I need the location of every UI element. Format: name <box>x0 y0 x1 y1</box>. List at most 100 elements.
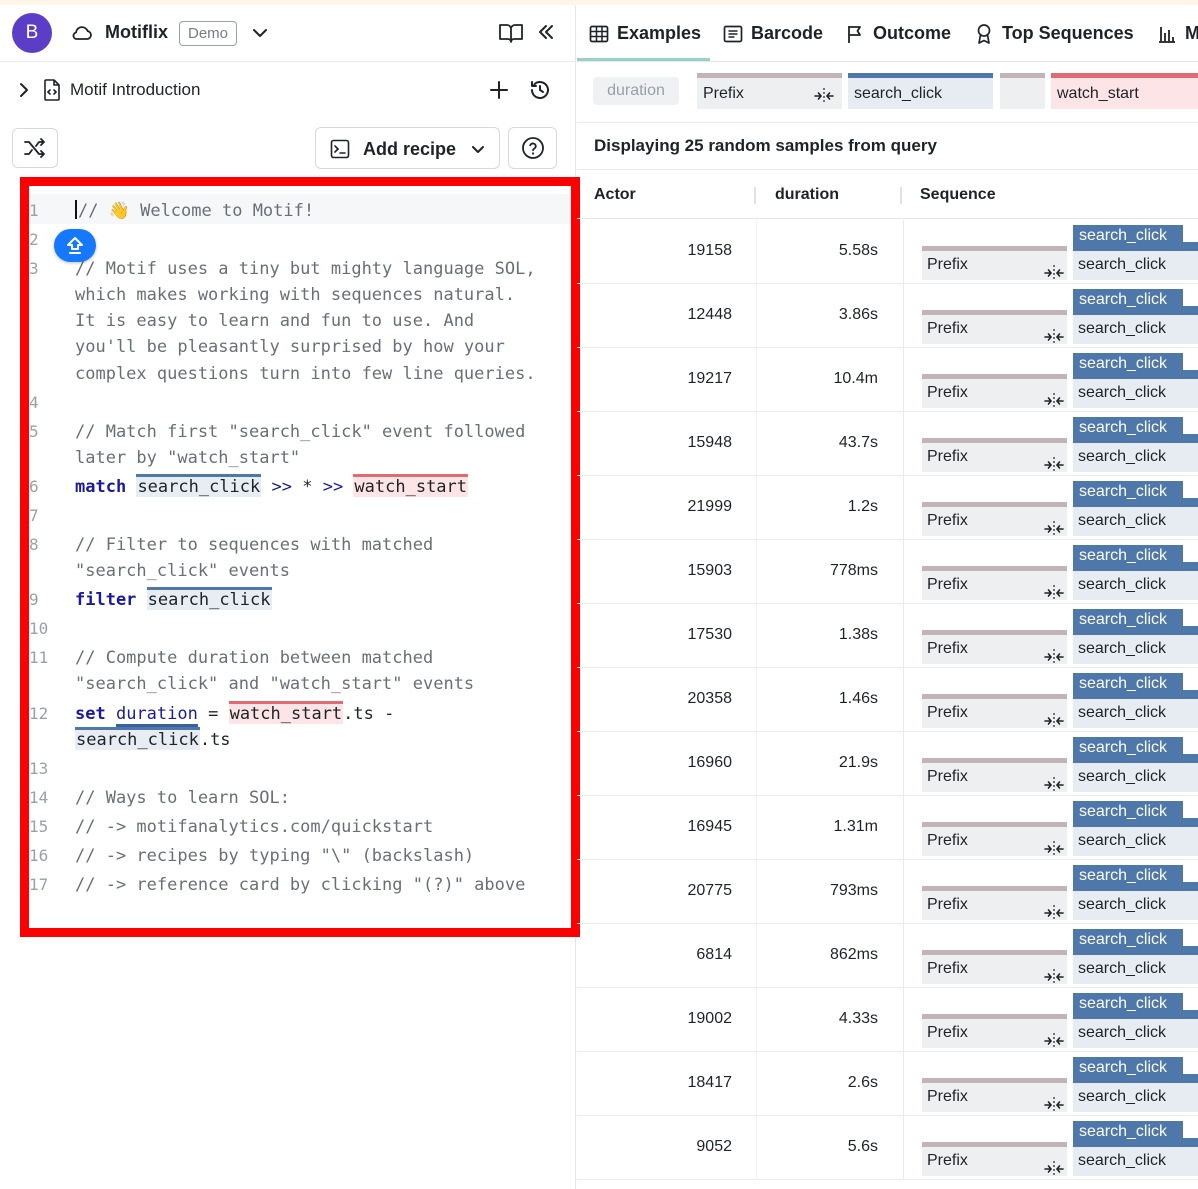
code-line[interactable]: 2 <box>29 227 571 253</box>
query-search-click-segment[interactable]: search_click <box>848 73 993 109</box>
sequence-event-segment[interactable]: search_click <box>1073 822 1198 856</box>
table-row[interactable]: 19158 5.58s Prefix search_click search_click <box>577 220 1198 284</box>
code-line[interactable]: 1 // 👋 Welcome to Motif! <box>29 198 571 224</box>
code-line[interactable]: 4 <box>29 390 571 416</box>
chevron-right-icon[interactable] <box>16 81 32 104</box>
file-name[interactable]: Motif Introduction <box>70 80 200 100</box>
tab-examples[interactable]: Examples <box>589 5 701 62</box>
column-header-actor[interactable]: Actor <box>594 186 636 204</box>
sequence-prefix-segment[interactable]: Prefix <box>922 566 1067 601</box>
sequence-event-segment[interactable]: search_click <box>1073 886 1198 920</box>
code-line[interactable]: 6 match search_click >> * >> watch_start <box>29 474 571 500</box>
add-recipe-button[interactable]: Add recipe <box>315 127 500 169</box>
sequence-event-segment[interactable]: search_click <box>1073 1014 1198 1048</box>
sequence-event-segment[interactable]: search_click <box>1073 502 1198 536</box>
column-header-duration[interactable]: duration <box>775 186 839 204</box>
sequence-event-segment[interactable]: search_click <box>1073 374 1198 408</box>
tab-more[interactable]: M <box>1157 5 1198 62</box>
column-divider[interactable] <box>754 187 756 204</box>
table-row[interactable]: 16945 1.31m Prefix search_click search_click <box>577 796 1198 860</box>
query-watch-start-segment[interactable]: watch_start <box>1051 73 1198 109</box>
sequence-prefix-segment[interactable]: Prefix <box>922 822 1067 857</box>
code-line[interactable]: 8 // Filter to sequences with matched <box>29 532 571 558</box>
code-line[interactable]: 15 // -> motifanalytics.com/quickstart <box>29 814 571 840</box>
sequence-prefix-segment[interactable]: Prefix <box>922 886 1067 921</box>
sequence-event-segment[interactable]: search_click <box>1073 1142 1198 1176</box>
code-line[interactable]: later by "watch_start" <box>29 445 571 471</box>
tab-top-sequences[interactable]: Top Sequences <box>974 5 1134 62</box>
tab-barcode[interactable]: Barcode <box>723 5 823 62</box>
sequence-prefix-segment[interactable]: Prefix <box>922 950 1067 985</box>
code-line[interactable]: you'll be pleasantly surprised by how yo… <box>29 334 571 360</box>
table-row[interactable]: 18417 2.6s Prefix search_click search_click <box>577 1052 1198 1116</box>
sequence-prefix-segment[interactable]: Prefix <box>922 246 1067 281</box>
code-line[interactable]: "search_click" and "watch_start" events <box>29 671 571 697</box>
table-row[interactable]: 12448 3.86s Prefix search_click search_click <box>577 284 1198 348</box>
code-line[interactable]: 17 // -> reference card by clicking "(?)"… <box>29 872 571 898</box>
tab-outcome[interactable]: Outcome <box>845 5 951 62</box>
sequence-event-segment[interactable]: search_click <box>1073 950 1198 984</box>
sequence-prefix-segment[interactable]: Prefix <box>922 1078 1067 1113</box>
sequence-prefix-segment[interactable]: Prefix <box>922 1014 1067 1049</box>
column-divider[interactable] <box>900 187 902 204</box>
book-icon[interactable] <box>498 22 524 49</box>
cell-divider <box>903 476 904 540</box>
code-line[interactable]: 10 <box>29 616 571 642</box>
table-row[interactable]: 20358 1.46s Prefix search_click search_click <box>577 668 1198 732</box>
code-line[interactable]: complex questions turn into few line que… <box>29 361 571 387</box>
sequence-prefix-segment[interactable]: Prefix <box>922 502 1067 537</box>
sequence-prefix-segment[interactable]: Prefix <box>922 374 1067 409</box>
sequence-prefix-segment[interactable]: Prefix <box>922 310 1067 345</box>
collapse-panel-icon[interactable] <box>536 22 556 47</box>
table-row[interactable]: 20775 793ms Prefix search_click search_click <box>577 860 1198 924</box>
sequence-prefix-segment[interactable]: Prefix <box>922 758 1067 793</box>
sequence-event-segment[interactable]: search_click <box>1073 758 1198 792</box>
sequence-event-segment[interactable]: search_click <box>1073 566 1198 600</box>
table-row[interactable]: 16960 21.9s Prefix search_click search_click <box>577 732 1198 796</box>
duration-chip[interactable]: duration <box>593 77 679 105</box>
sequence-event-segment[interactable]: search_click <box>1073 438 1198 472</box>
plus-icon[interactable] <box>488 79 510 106</box>
help-button[interactable] <box>508 127 557 169</box>
sequence-prefix-segment[interactable]: Prefix <box>922 694 1067 729</box>
sequence-prefix-segment[interactable]: Prefix <box>922 438 1067 473</box>
code-editor[interactable]: 1 // 👋 Welcome to Motif! 2 3// Motif uses a… <box>20 177 580 937</box>
table-row[interactable]: 21999 1.2s Prefix search_click search_click <box>577 476 1198 540</box>
table-row[interactable]: 9052 5.6s Prefix search_click search_click <box>577 1116 1198 1180</box>
column-header-sequence[interactable]: Sequence <box>920 186 996 204</box>
chevron-down-icon[interactable] <box>250 23 270 48</box>
code-line[interactable]: "search_click" events <box>29 558 571 584</box>
code-line[interactable]: 12 set duration = watch_start.ts - <box>29 701 571 727</box>
table-row[interactable]: 17530 1.38s Prefix search_click search_click <box>577 604 1198 668</box>
code-line[interactable]: 16 // -> recipes by typing "\" (backslash… <box>29 843 571 869</box>
table-row[interactable]: 15948 43.7s Prefix search_click search_click <box>577 412 1198 476</box>
sequence-prefix-segment[interactable]: Prefix <box>922 1142 1067 1177</box>
sequence-event-segment[interactable]: search_click <box>1073 630 1198 664</box>
table-row[interactable]: 6814 862ms Prefix search_click search_click <box>577 924 1198 988</box>
code-line[interactable]: 9 filter search_click <box>29 587 571 613</box>
sequence-event-segment[interactable]: search_click <box>1073 246 1198 280</box>
sequence-event-segment[interactable]: search_click <box>1073 1078 1198 1112</box>
sequence-event-segment[interactable]: search_click <box>1073 310 1198 344</box>
history-icon[interactable] <box>528 78 552 107</box>
avatar[interactable]: B <box>12 13 52 53</box>
code-line[interactable]: 3// Motif uses a tiny but mighty languag… <box>29 256 571 282</box>
code-line[interactable]: 14 // Ways to learn SOL: <box>29 785 571 811</box>
code-line[interactable]: 5 // Match first "search_click" event fol… <box>29 419 571 445</box>
query-gap-segment[interactable] <box>1000 73 1045 109</box>
shuffle-button[interactable] <box>12 128 58 168</box>
sequence-event-segment[interactable]: search_click <box>1073 694 1198 728</box>
code-line[interactable]: 7 <box>29 503 571 529</box>
table-row[interactable]: 19002 4.33s Prefix search_click search_click <box>577 988 1198 1052</box>
query-prefix-segment[interactable]: Prefix <box>697 73 842 109</box>
sequence-prefix-segment[interactable]: Prefix <box>922 630 1067 665</box>
table-row[interactable]: 15903 778ms Prefix search_click search_click <box>577 540 1198 604</box>
code-line[interactable]: It is easy to learn and fun to use. And <box>29 308 571 334</box>
code-line[interactable]: search_click.ts <box>29 727 571 753</box>
upload-fab[interactable] <box>54 229 96 262</box>
table-row[interactable]: 19217 10.4m Prefix search_click search_click <box>577 348 1198 412</box>
code-line[interactable]: 11 // Compute duration between matched <box>29 645 571 671</box>
app-name[interactable]: Motiflix <box>105 22 168 43</box>
code-line[interactable]: 13 <box>29 756 571 782</box>
code-line[interactable]: which makes working with sequences natur… <box>29 282 571 308</box>
